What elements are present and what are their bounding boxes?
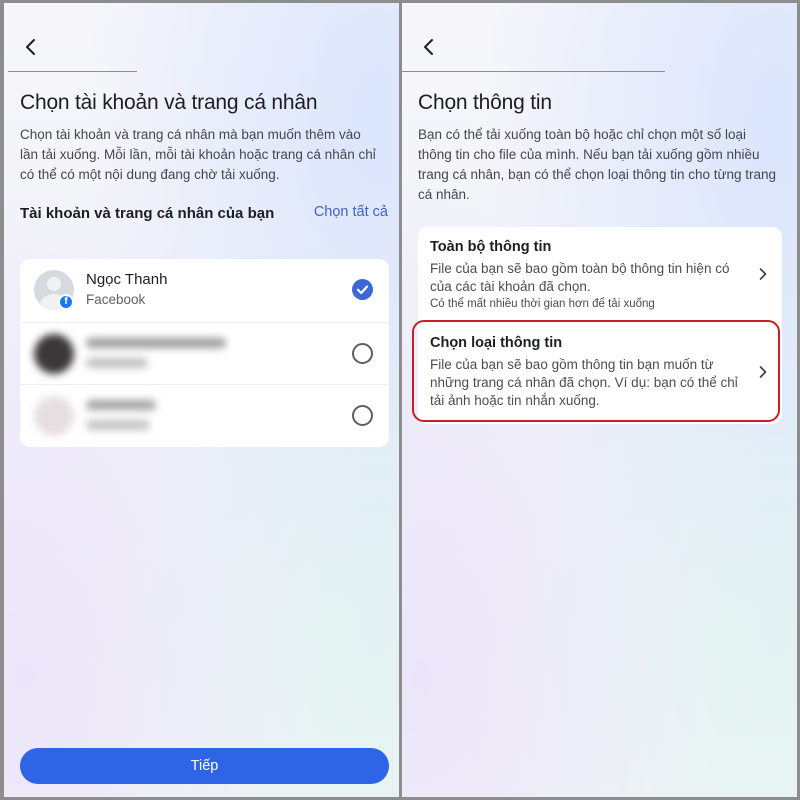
blurred-account-name xyxy=(86,400,156,410)
page-description: Bạn có thể tải xuống toàn bộ hoặc chỉ ch… xyxy=(418,127,777,202)
page-title: Chọn tài khoản và trang cá nhân xyxy=(20,91,318,114)
screenshot-frame: Chọn tài khoản và trang cá nhân Chọn tài… xyxy=(0,0,800,800)
next-button[interactable]: Tiếp xyxy=(20,748,389,784)
blurred-account-platform xyxy=(86,358,148,368)
blurred-account-name xyxy=(86,338,226,348)
avatar xyxy=(34,396,74,436)
header-divider xyxy=(402,71,665,72)
chevron-right-icon xyxy=(759,268,767,280)
option-title: Toàn bộ thông tin xyxy=(430,239,552,255)
select-all-link[interactable]: Chọn tất cả xyxy=(314,204,388,220)
header-divider xyxy=(8,71,137,72)
page-title: Chọn thông tin xyxy=(418,91,552,114)
section-title: Tài khoản và trang cá nhân của bạn xyxy=(20,205,275,222)
page-description: Chọn tài khoản và trang cá nhân mà bạn m… xyxy=(20,127,376,182)
account-list: f Ngọc Thanh Facebook xyxy=(20,259,389,447)
facebook-badge-icon: f xyxy=(58,294,74,310)
account-platform: Facebook xyxy=(86,292,146,307)
account-item[interactable]: f Ngọc Thanh Facebook xyxy=(20,259,389,321)
back-arrow-icon[interactable] xyxy=(20,36,42,58)
radio-button[interactable] xyxy=(352,343,373,364)
option-description: File của bạn sẽ bao gồm toàn bộ thông ti… xyxy=(430,261,730,294)
radio-button[interactable] xyxy=(352,405,373,426)
back-arrow-icon[interactable] xyxy=(418,36,440,58)
option-all-information[interactable]: Toàn bộ thông tin File của bạn sẽ bao gồ… xyxy=(418,227,782,318)
account-item[interactable] xyxy=(20,384,389,446)
account-item[interactable] xyxy=(20,322,389,384)
select-accounts-screen: Chọn tài khoản và trang cá nhân Chọn tài… xyxy=(4,3,399,797)
checkmark-icon[interactable] xyxy=(352,279,373,300)
highlight-box xyxy=(412,320,780,422)
option-note: Có thể mất nhiều thời gian hơn để tải xu… xyxy=(430,298,655,310)
blurred-account-platform xyxy=(86,420,150,430)
avatar xyxy=(34,334,74,374)
account-name: Ngọc Thanh xyxy=(86,271,168,288)
